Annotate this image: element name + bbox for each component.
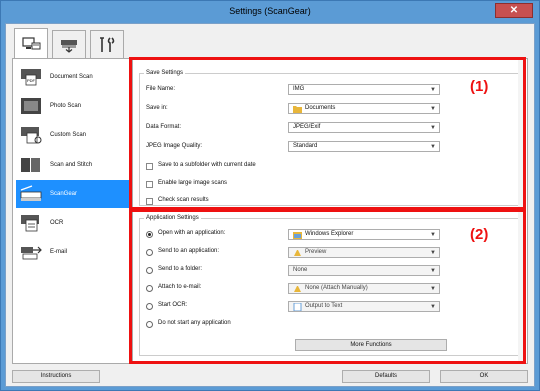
callout-label-1: (1)	[470, 78, 489, 95]
callout-label-2: (2)	[470, 226, 489, 243]
sidebar-item-label: Document Scan	[50, 74, 93, 80]
sidebar-item-label: Scan and Stitch	[50, 162, 93, 168]
scangear-icon	[20, 185, 42, 201]
sidebar-item-email[interactable]: E-mail	[16, 238, 131, 266]
defaults-button[interactable]: Defaults	[342, 370, 430, 383]
sidebar-item-scan-and-stitch[interactable]: Scan and Stitch	[16, 151, 131, 179]
scan-from-panel-icon	[61, 39, 77, 53]
tab-general-settings[interactable]	[90, 30, 124, 58]
scan-mode-list: PDF Document Scan Photo Scan Custom Scan	[12, 58, 132, 364]
window-title: Settings (ScanGear)	[229, 6, 311, 16]
sidebar-item-scangear[interactable]: ScanGear	[16, 180, 131, 208]
sidebar-item-label: E-mail	[50, 249, 68, 255]
photo-scan-icon	[21, 98, 41, 114]
client-area: PDF Document Scan Photo Scan Custom Scan	[5, 23, 535, 387]
sidebar-item-label: ScanGear	[50, 191, 78, 197]
sidebar-item-photo-scan[interactable]: Photo Scan	[16, 92, 131, 120]
tab-scan-from-panel[interactable]	[52, 30, 86, 58]
email-icon	[21, 246, 42, 260]
sidebar-item-label: Custom Scan	[50, 132, 87, 138]
sidebar-item-custom-scan[interactable]: Custom Scan	[16, 121, 131, 149]
settings-window: Settings (ScanGear) ✕ PDF Document Scan …	[0, 0, 540, 391]
scan-and-stitch-icon	[21, 158, 40, 172]
highlight-box-save-settings	[129, 57, 526, 210]
svg-text:PDF: PDF	[27, 78, 36, 83]
general-settings-icon	[100, 36, 115, 52]
ok-button[interactable]: OK	[440, 370, 528, 383]
sidebar-item-label: OCR	[50, 220, 64, 226]
sidebar-item-label: Photo Scan	[50, 103, 82, 109]
sidebar-item-document-scan[interactable]: PDF Document Scan	[16, 63, 131, 91]
highlight-box-application-settings	[129, 209, 526, 364]
custom-scan-icon	[21, 127, 42, 144]
scan-from-computer-icon	[22, 37, 41, 50]
document-scan-icon: PDF	[21, 69, 41, 86]
ocr-icon	[21, 215, 39, 232]
instructions-button[interactable]: Instructions	[12, 370, 100, 383]
sidebar-item-ocr[interactable]: OCR	[16, 209, 131, 237]
close-button[interactable]: ✕	[495, 3, 533, 18]
tab-scan-from-computer[interactable]	[14, 28, 48, 59]
